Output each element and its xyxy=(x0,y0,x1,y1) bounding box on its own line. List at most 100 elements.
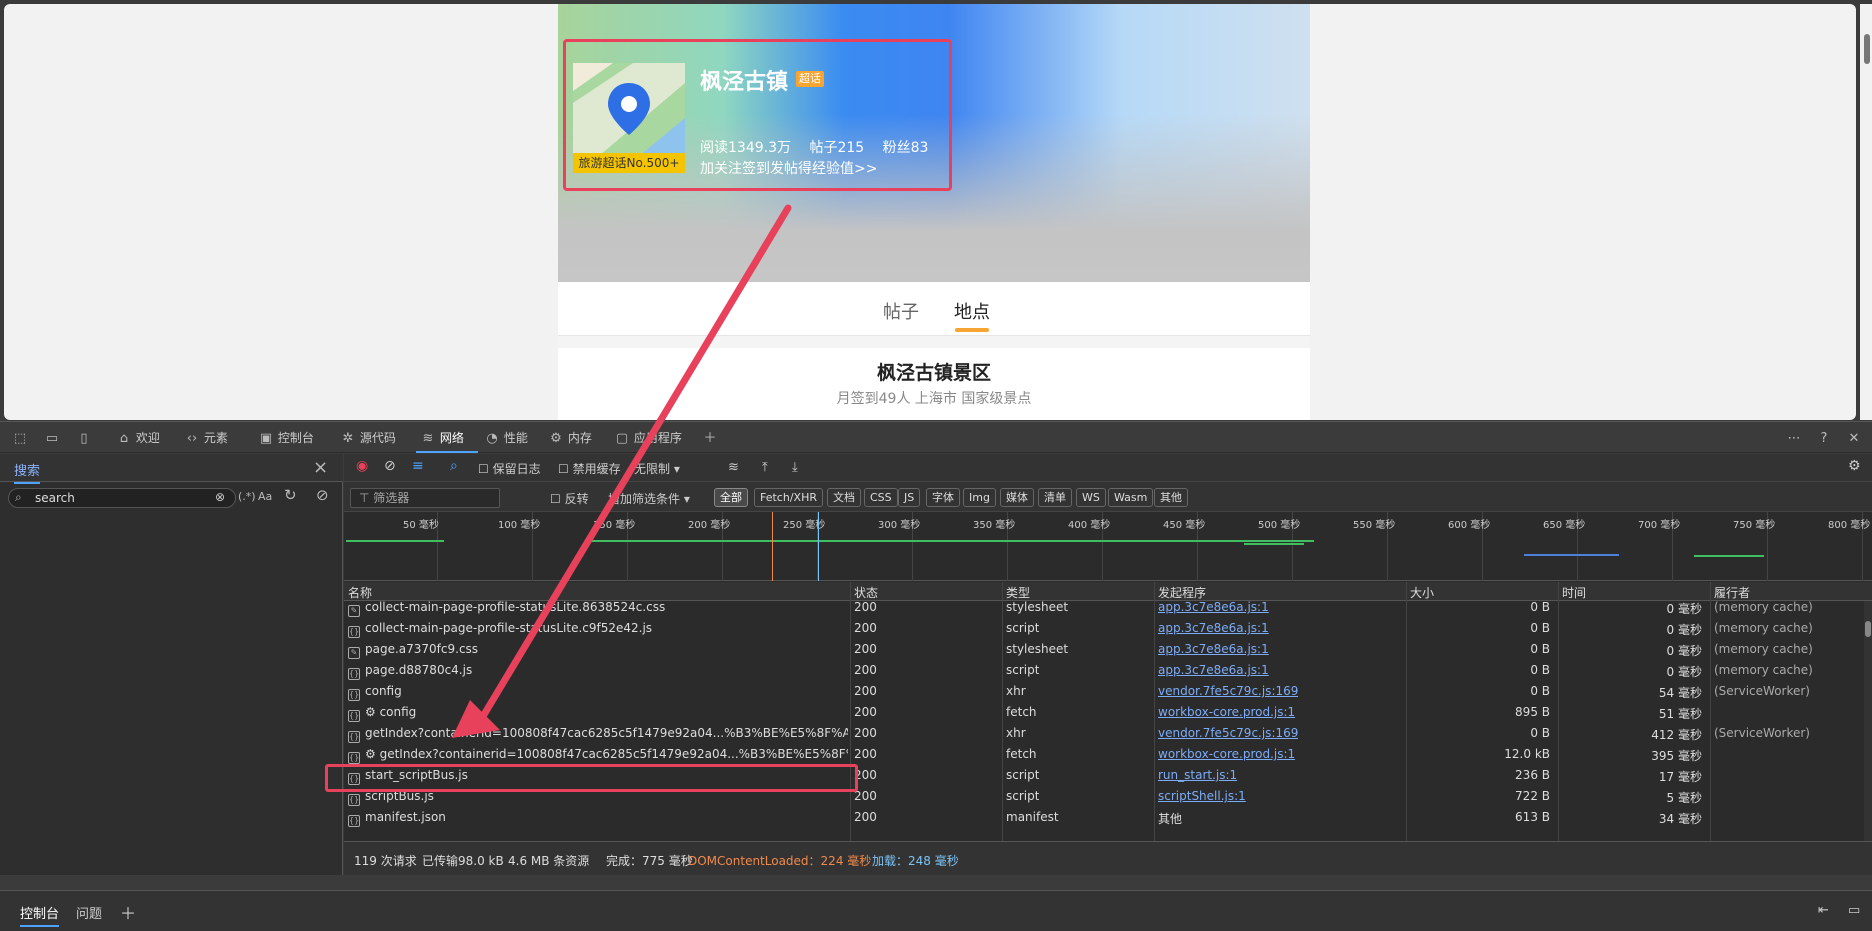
match-case-toggle[interactable]: Aa xyxy=(258,490,272,503)
cell-initiator[interactable]: app.3c7e8e6a.js:1 xyxy=(1158,642,1269,656)
add-drawer-tab-icon[interactable]: ＋ xyxy=(120,900,136,924)
regex-toggle[interactable]: (.*) xyxy=(238,490,256,503)
table-row[interactable]: {} getIndex?containerid=100808f47cac6285c… xyxy=(344,723,1872,744)
cell-time: 0 毫秒 xyxy=(1666,602,1702,616)
search-field[interactable]: ⌕ ⊗ xyxy=(8,488,236,508)
network-conditions-icon[interactable]: ≋ xyxy=(728,460,739,475)
cell-initiator[interactable]: vendor.7fe5c79c.js:169 xyxy=(1158,684,1298,698)
tab-posts[interactable]: 帖子 xyxy=(883,298,919,324)
preserve-log-checkbox[interactable]: ☐ 保留日志 xyxy=(478,460,541,477)
chip-css[interactable]: CSS xyxy=(864,488,898,507)
tab-location[interactable]: 地点 xyxy=(954,298,990,324)
network-timeline[interactable]: 50 毫秒 100 毫秒 150 毫秒 200 毫秒 250 毫秒 300 毫秒 350 毫… xyxy=(344,512,1872,581)
chip-font[interactable]: 字体 xyxy=(926,488,960,507)
cell-initiator[interactable]: run_start.js:1 xyxy=(1158,768,1237,782)
filter-icon[interactable]: ≡ xyxy=(412,458,424,474)
undock-drawer-icon[interactable]: ⇤ xyxy=(1818,903,1829,918)
timeline-request-bar xyxy=(1694,555,1764,557)
search-input[interactable] xyxy=(35,490,205,506)
more-icon[interactable]: ⋯ xyxy=(1786,428,1802,448)
cell-initiator[interactable]: scriptShell.js:1 xyxy=(1158,789,1246,803)
cell-name: {} config xyxy=(348,684,402,701)
cell-initiator[interactable]: app.3c7e8e6a.js:1 xyxy=(1158,621,1269,635)
upload-icon[interactable]: ⤒ xyxy=(762,460,768,475)
chip-all[interactable]: 全部 xyxy=(714,488,748,507)
table-row[interactable]: {} ⚙ getIndex?containerid=100808f47cac628… xyxy=(344,744,1872,765)
table-row[interactable]: {} config 200 xhr vendor.7fe5c79c.js:169 0 B 5… xyxy=(344,681,1872,702)
table-row[interactable]: {} page.d88780c4.js 200 script app.3c7e8e6a.… xyxy=(344,660,1872,681)
col-type[interactable]: 类型 xyxy=(1006,584,1030,601)
clear-search-icon[interactable]: ⊗ xyxy=(215,490,225,504)
table-scrollbar[interactable] xyxy=(1864,601,1872,841)
cell-status: 200 xyxy=(854,747,877,761)
help-icon[interactable]: ? xyxy=(1816,428,1832,448)
clear-icon[interactable]: ⊘ xyxy=(316,486,329,504)
status-transferred: 已传输98.0 kB xyxy=(422,854,504,868)
chip-media[interactable]: 媒体 xyxy=(1000,488,1034,507)
location-card[interactable]: 枫泾古镇景区 月签到49人 上海市 国家级景点 xyxy=(558,348,1310,420)
cell-initiator[interactable]: workbox-core.prod.js:1 xyxy=(1158,705,1295,719)
table-row[interactable]: {} ⚙ config 200 fetch workbox-core.prod.js:1… xyxy=(344,702,1872,723)
cell-name: ✎ collect-main-page-profile-statusLite.86… xyxy=(348,601,848,617)
cell-initiator[interactable]: workbox-core.prod.js:1 xyxy=(1158,747,1295,761)
close-icon[interactable]: × xyxy=(313,457,328,478)
col-status[interactable]: 状态 xyxy=(854,584,878,601)
drawer-tab-issues[interactable]: 问题 xyxy=(76,903,102,922)
cell-time: 0 毫秒 xyxy=(1666,623,1702,637)
search-tab[interactable]: 搜索 xyxy=(14,460,41,484)
chip-img[interactable]: Img xyxy=(963,488,996,507)
resource-type-icon: {} xyxy=(348,668,360,680)
col-size[interactable]: 大小 xyxy=(1410,584,1434,601)
table-row[interactable]: ✎ page.a7370fc9.css 200 stylesheet app.3c7e8… xyxy=(344,639,1872,660)
clear-log-icon[interactable]: ⊘ xyxy=(384,458,396,474)
tab-sources[interactable]: ✲ 源代码 xyxy=(340,428,396,448)
device-toggle-icon[interactable]: ▭ xyxy=(44,428,60,448)
col-name[interactable]: 名称 xyxy=(348,584,372,601)
chip-doc[interactable]: 文档 xyxy=(827,488,861,507)
disable-cache-checkbox[interactable]: ☐ 禁用缓存 xyxy=(558,460,621,477)
col-time[interactable]: 时间 xyxy=(1562,584,1586,601)
table-row[interactable]: {} collect-main-page-profile-statusLite.c… xyxy=(344,618,1872,639)
inspect-icon[interactable]: ⬚ xyxy=(12,428,28,448)
filter-input[interactable]: ⊤ 筛选器 xyxy=(350,488,500,508)
cell-initiator[interactable]: app.3c7e8e6a.js:1 xyxy=(1158,601,1269,614)
more-filters-dropdown[interactable]: 增加筛选条件 ▾ xyxy=(608,490,690,507)
cell-status: 200 xyxy=(854,705,877,719)
cell-type: script xyxy=(1006,663,1040,677)
chip-other[interactable]: 其他 xyxy=(1154,488,1188,507)
tab-console[interactable]: ▣ 控制台 xyxy=(258,428,314,448)
tab-network[interactable]: ≋ 网络 xyxy=(420,428,464,448)
chip-manifest[interactable]: 清单 xyxy=(1038,488,1072,507)
settings-icon[interactable]: ⚙ xyxy=(1848,458,1861,474)
cell-initiator[interactable]: vendor.7fe5c79c.js:169 xyxy=(1158,726,1298,740)
tab-application[interactable]: ▢ 应用程序 xyxy=(614,428,682,448)
tab-welcome[interactable]: ⌂ 欢迎 xyxy=(116,428,160,448)
throttle-select[interactable]: 无限制 ▾ xyxy=(634,460,680,477)
chip-ws[interactable]: WS xyxy=(1076,488,1106,507)
refresh-icon[interactable]: ↻ xyxy=(284,486,297,504)
table-row[interactable]: ✎ collect-main-page-profile-statusLite.86… xyxy=(344,601,1872,618)
col-initiator[interactable]: 发起程序 xyxy=(1158,584,1206,601)
drawer-tab-console[interactable]: 控制台 xyxy=(20,903,60,927)
col-fulfilled[interactable]: 履行者 xyxy=(1714,584,1750,601)
record-icon[interactable]: ◉ xyxy=(356,458,368,474)
download-icon[interactable]: ⤓ xyxy=(792,460,798,475)
devtools-toolbar: ⬚ ▭ ▯ ⌂ 欢迎 ‹› 元素 ▣ 控制台 ✲ 源代码 ≋ 网络 ◔ 性能 ⚙… xyxy=(0,421,1872,453)
chip-js[interactable]: JS xyxy=(898,488,921,507)
tab-elements[interactable]: ‹› 元素 xyxy=(184,428,228,448)
close-devtools-icon[interactable]: ✕ xyxy=(1846,428,1862,448)
chip-fetch-xhr[interactable]: Fetch/XHR xyxy=(754,488,823,507)
page-scrollbar[interactable] xyxy=(1860,4,1872,420)
tab-memory[interactable]: ⚙ 内存 xyxy=(548,428,592,448)
cell-size: 613 B xyxy=(1515,810,1550,824)
dock-icon[interactable]: ▯ xyxy=(76,428,92,448)
search-network-icon[interactable]: ⌕ xyxy=(450,458,458,474)
invert-checkbox[interactable]: ☐ 反转 xyxy=(550,490,589,507)
cell-initiator[interactable]: app.3c7e8e6a.js:1 xyxy=(1158,663,1269,677)
cell-initiator[interactable]: 其他 xyxy=(1158,810,1182,827)
tab-performance[interactable]: ◔ 性能 xyxy=(484,428,528,448)
add-tab-icon[interactable]: ＋ xyxy=(702,428,718,448)
collapse-drawer-icon[interactable]: ▭ xyxy=(1848,903,1860,918)
table-row[interactable]: {} manifest.json 200 manifest 其他 613 B 34 毫秒 xyxy=(344,807,1872,828)
chip-wasm[interactable]: Wasm xyxy=(1108,488,1154,507)
